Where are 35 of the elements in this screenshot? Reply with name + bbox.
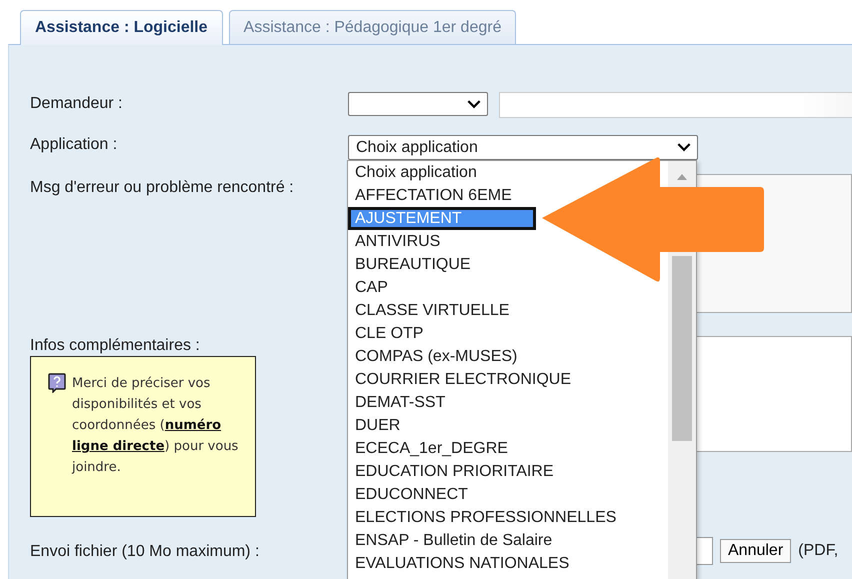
dropdown-option[interactable]: EDUCONNECT <box>348 483 470 506</box>
tab[interactable]: Assistance : Pédagogique 1er degré <box>228 10 516 44</box>
field-label: Application : <box>30 135 118 155</box>
scroll-up-icon[interactable] <box>677 174 687 180</box>
field-label: Demandeur : <box>30 94 124 114</box>
chevron-icon <box>677 143 691 152</box>
dropdown-option[interactable]: ENSAP - Bulletin de Salaire <box>348 529 554 552</box>
help-icon <box>48 373 66 393</box>
dropdown-option[interactable]: Choix application <box>348 161 479 184</box>
dropdown-option[interactable]: ECECA_1er_DEGRE <box>348 437 510 460</box>
field-label: Infos complémentaires : <box>30 336 201 356</box>
dropdown-option[interactable]: CLE OTP <box>348 322 426 345</box>
dropdown-option[interactable]: DEMAT-SST <box>348 391 448 414</box>
cancel-button[interactable]: Annuler <box>720 539 792 563</box>
dropdown-option[interactable]: DUER <box>348 414 402 437</box>
dropdown-option[interactable]: BUREAUTIQUE <box>348 253 473 276</box>
dropdown-option[interactable]: ANTIVIRUS <box>348 230 442 253</box>
dropdown-option[interactable]: CAP <box>348 276 390 299</box>
field-label: Msg d'erreur ou problème rencontré : <box>30 178 295 198</box>
format-hint: (PDF, <box>798 542 838 560</box>
note-text: Merci de préciser vos disponibilités et vos coordonnées (numéro ligne directe) pour vous joindre. <box>72 375 240 477</box>
dropdown-option[interactable]: ELECTIONS PROFESSIONNELLES <box>348 506 618 529</box>
dropdown-option[interactable]: EVALUATIONS NATIONALES <box>348 552 572 575</box>
dropdown-option[interactable]: COMPAS (ex-MUSES) <box>348 345 520 368</box>
dropdown-option[interactable]: EDUCATION PRIORITAIRE <box>348 460 556 483</box>
tab[interactable]: Assistance : Logicielle <box>20 10 223 45</box>
field-label: Envoi fichier (10 Mo maximum) : <box>30 542 260 562</box>
dropdown-option[interactable]: COURRIER ELECTRONIQUE <box>348 368 574 391</box>
chevron-icon <box>467 100 481 108</box>
select-field[interactable]: Choix application <box>348 135 698 160</box>
select-field[interactable] <box>348 92 488 116</box>
scrollbar-thumb[interactable] <box>672 256 692 441</box>
input-field[interactable] <box>499 92 852 118</box>
dropdown-option[interactable]: CLASSE VIRTUELLE <box>348 299 512 322</box>
dropdown-option[interactable]: AFFECTATION 6EME <box>348 184 514 207</box>
